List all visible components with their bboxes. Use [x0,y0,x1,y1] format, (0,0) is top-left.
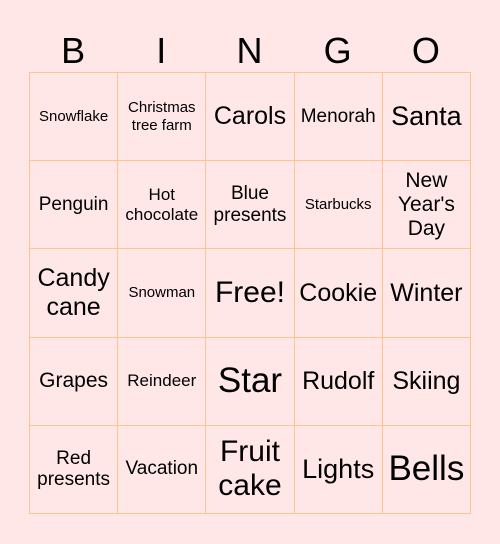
bingo-header: B I N G O [29,28,471,73]
bingo-cell[interactable]: Bells [382,425,471,514]
bingo-cell[interactable]: Lights [294,425,383,514]
bingo-cell[interactable]: Starbucks [294,161,383,250]
bingo-cell[interactable]: Fruit cake [206,425,295,514]
bingo-cell[interactable]: Candy cane [30,249,119,338]
bingo-cell[interactable]: Snowman [118,249,207,338]
bingo-cell[interactable]: Hot chocolate [118,161,207,250]
bingo-cell[interactable]: Vacation [118,425,207,514]
free-space[interactable]: Free! [206,249,295,338]
bingo-cell[interactable]: Cookie [294,249,383,338]
bingo-cell[interactable]: Santa [382,73,471,162]
header-letter-g: G [323,30,352,71]
bingo-cell[interactable]: Christmas tree farm [118,73,207,162]
bingo-cell[interactable]: Reindeer [118,337,207,426]
bingo-cell[interactable]: Blue presents [206,161,295,250]
bingo-cell[interactable]: Grapes [30,337,119,426]
bingo-cell[interactable]: Menorah [294,73,383,162]
bingo-cell[interactable]: Penguin [30,161,119,250]
header-letter-n: N [236,30,263,71]
header-letter-o: O [411,30,440,71]
bingo-cell[interactable]: Winter [382,249,471,338]
bingo-board: Snowflake Christmas tree farm Carols Men… [29,72,471,514]
bingo-cell[interactable]: Red presents [30,425,119,514]
bingo-cell[interactable]: New Year's Day [382,161,471,250]
bingo-cell[interactable]: Snowflake [30,73,119,162]
header-letter-i: I [156,30,167,71]
bingo-cell[interactable]: Rudolf [294,337,383,426]
bingo-cell[interactable]: Carols [206,73,295,162]
header-letter-b: B [61,30,86,71]
bingo-cell[interactable]: Star [206,337,295,426]
bingo-cell[interactable]: Skiing [382,337,471,426]
